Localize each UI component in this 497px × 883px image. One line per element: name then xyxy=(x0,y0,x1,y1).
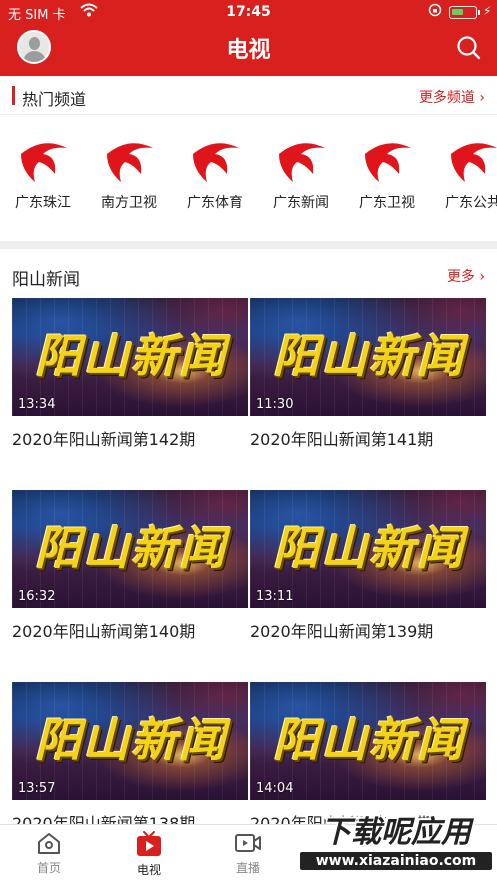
channel-name: 广东卫视 xyxy=(359,195,415,211)
video-thumbnail: 阳山新闻 13:11 xyxy=(250,490,486,608)
video-duration: 14:04 xyxy=(256,781,294,796)
more-channels-label: 更多频道 xyxy=(418,90,475,106)
video-thumbnail: 阳山新闻 11:30 xyxy=(250,298,486,416)
charging-icon: ⚡ xyxy=(483,4,492,18)
chevron-right-icon: › xyxy=(479,90,485,106)
home-icon xyxy=(38,833,60,854)
app-header: 无 SIM 卡 17:45 ⚡ 电视 xyxy=(0,0,497,76)
video-thumbnail: 阳山新闻 13:34 xyxy=(12,298,248,416)
tab-label: 电视 xyxy=(136,863,161,877)
tab-label: 直播 xyxy=(235,861,260,875)
watermark-logo: 下载呢应用 xyxy=(321,815,471,850)
channel-logo-icon xyxy=(107,143,153,182)
news-header: 阳山新闻 更多 › xyxy=(0,256,497,294)
page-title: 电视 xyxy=(226,38,271,63)
tab-live[interactable]: 直播 xyxy=(213,831,283,876)
thumbnail-logo: 阳山新闻 xyxy=(35,521,227,575)
video-title: 2020年阳山新闻第139期 xyxy=(250,622,434,641)
hot-channels-header: 热门频道 更多频道 › xyxy=(0,77,497,115)
channel-item[interactable]: 广东新闻 xyxy=(261,128,341,212)
more-news-link[interactable]: 更多 › xyxy=(447,266,485,286)
channel-logo-icon xyxy=(279,143,325,182)
channel-name: 广东新闻 xyxy=(273,195,329,211)
video-thumbnail: 阳山新闻 14:04 xyxy=(250,682,486,800)
news-section-title: 阳山新闻 xyxy=(12,270,80,290)
channel-name: 南方卫视 xyxy=(101,195,157,211)
channel-logo-icon xyxy=(21,143,67,182)
channel-item[interactable]: 广东卫视 xyxy=(347,128,427,212)
video-duration: 16:32 xyxy=(18,589,56,604)
section-divider xyxy=(0,241,497,249)
channel-item[interactable]: 广东体育 xyxy=(175,128,255,212)
channel-logo-icon xyxy=(365,143,411,182)
thumbnail-logo: 阳山新闻 xyxy=(273,521,465,575)
channel-name: 广东公共 xyxy=(445,195,497,211)
channel-logo-icon xyxy=(193,143,239,182)
thumbnail-logo: 阳山新闻 xyxy=(35,713,227,767)
chevron-right-icon: › xyxy=(479,269,485,285)
channel-logo-icon xyxy=(451,143,497,182)
section-accent-bar xyxy=(12,86,15,105)
battery-icon xyxy=(449,6,480,19)
hot-channels-title: 热门频道 xyxy=(22,90,87,109)
tab-home[interactable]: 首页 xyxy=(14,831,84,876)
tab-tv[interactable]: 电视 xyxy=(114,831,184,878)
watermark: 下载呢应用 www.xiazainiao.com xyxy=(300,812,492,872)
channel-item[interactable]: 南方卫视 xyxy=(89,128,169,212)
battery-nub xyxy=(478,10,480,15)
search-icon[interactable] xyxy=(456,35,482,61)
video-duration: 13:34 xyxy=(18,397,56,412)
video-camera-icon xyxy=(235,834,261,852)
video-duration: 13:57 xyxy=(18,781,56,796)
more-channels-link[interactable]: 更多频道 › xyxy=(419,87,485,107)
channel-item[interactable]: 广东公共 xyxy=(433,128,497,212)
video-duration: 11:30 xyxy=(256,397,294,412)
video-thumbnail: 阳山新闻 13:57 xyxy=(12,682,248,800)
status-bar: 无 SIM 卡 17:45 ⚡ xyxy=(0,0,497,24)
thumbnail-logo: 阳山新闻 xyxy=(273,329,465,383)
thumbnail-logo: 阳山新闻 xyxy=(273,713,465,767)
video-thumbnail: 阳山新闻 16:32 xyxy=(12,490,248,608)
status-time: 17:45 xyxy=(226,4,271,20)
battery-fill xyxy=(452,9,463,15)
channel-name: 广东体育 xyxy=(187,195,243,211)
more-news-label: 更多 xyxy=(446,269,475,285)
channel-item[interactable]: 广东珠江 xyxy=(3,128,83,212)
tv-icon xyxy=(137,831,161,856)
channel-name: 广东珠江 xyxy=(15,195,71,211)
tab-label: 首页 xyxy=(36,861,61,875)
channel-list: 广东珠江 南方卫视 广东体育 广东新闻 广东卫视 广东公共 xyxy=(0,128,497,218)
video-title: 2020年阳山新闻第140期 xyxy=(12,622,196,641)
thumbnail-logo: 阳山新闻 xyxy=(35,329,227,383)
watermark-url: www.xiazainiao.com xyxy=(300,852,492,870)
video-duration: 13:11 xyxy=(256,589,294,604)
video-title: 2020年阳山新闻第141期 xyxy=(250,430,434,449)
video-title: 2020年阳山新闻第142期 xyxy=(12,430,196,449)
rotation-lock-icon xyxy=(428,3,442,21)
